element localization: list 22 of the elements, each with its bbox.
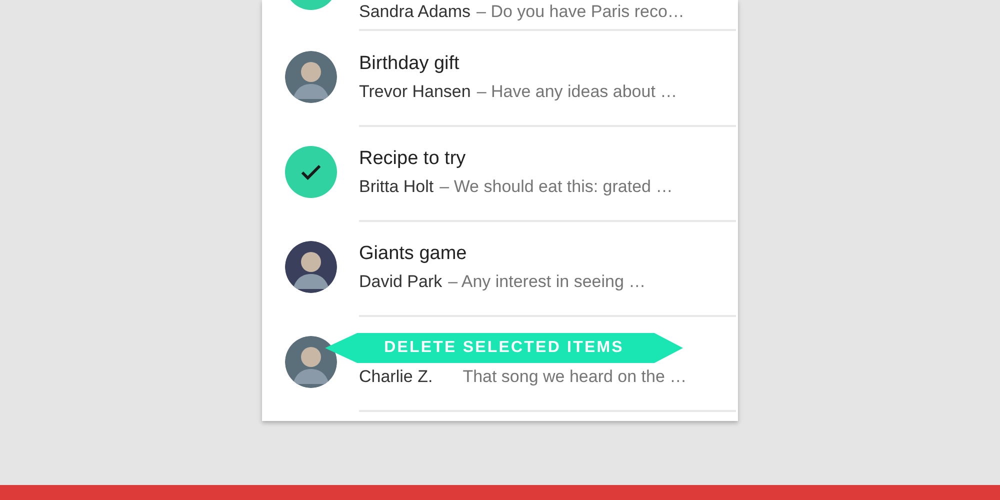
sender-name: Charlie Z. [359,367,433,386]
message-row[interactable]: Birthday gift Trevor Hansen – Have any ideas about … [262,31,738,126]
message-preview: – Do you have Paris reco… [476,2,684,21]
avatar[interactable] [285,240,337,292]
message-subject: Recipe to try [359,147,467,171]
sender-name: David Park [359,272,442,291]
message-preview: – Any interest in seeing … [448,272,646,291]
selected-avatar[interactable] [285,146,337,198]
message-subject: Giants game [359,242,468,266]
message-preview: – We should eat this: grated … [440,177,673,196]
avatar[interactable] [285,336,337,388]
message-row[interactable]: Sandra Adams – Do you have Paris reco… [262,0,738,31]
delete-selected-items-banner: DELETE SELECTED ITEMS [325,333,683,363]
sender-name: Britta Holt [359,177,434,196]
sender-name: Sandra Adams [359,2,471,21]
message-subject: Birthday gift [359,52,460,76]
message-preview: – Have any ideas about … [476,82,678,101]
message-row[interactable]: Giants game David Park – Any interest in seeing … [262,221,738,316]
avatar[interactable] [285,50,337,102]
message-row[interactable]: Recipe to try Britta Holt – We should eat this: grated … [262,126,738,221]
message-preview: That song we heard on the … [462,367,687,386]
sender-name: Trevor Hansen [359,82,471,101]
